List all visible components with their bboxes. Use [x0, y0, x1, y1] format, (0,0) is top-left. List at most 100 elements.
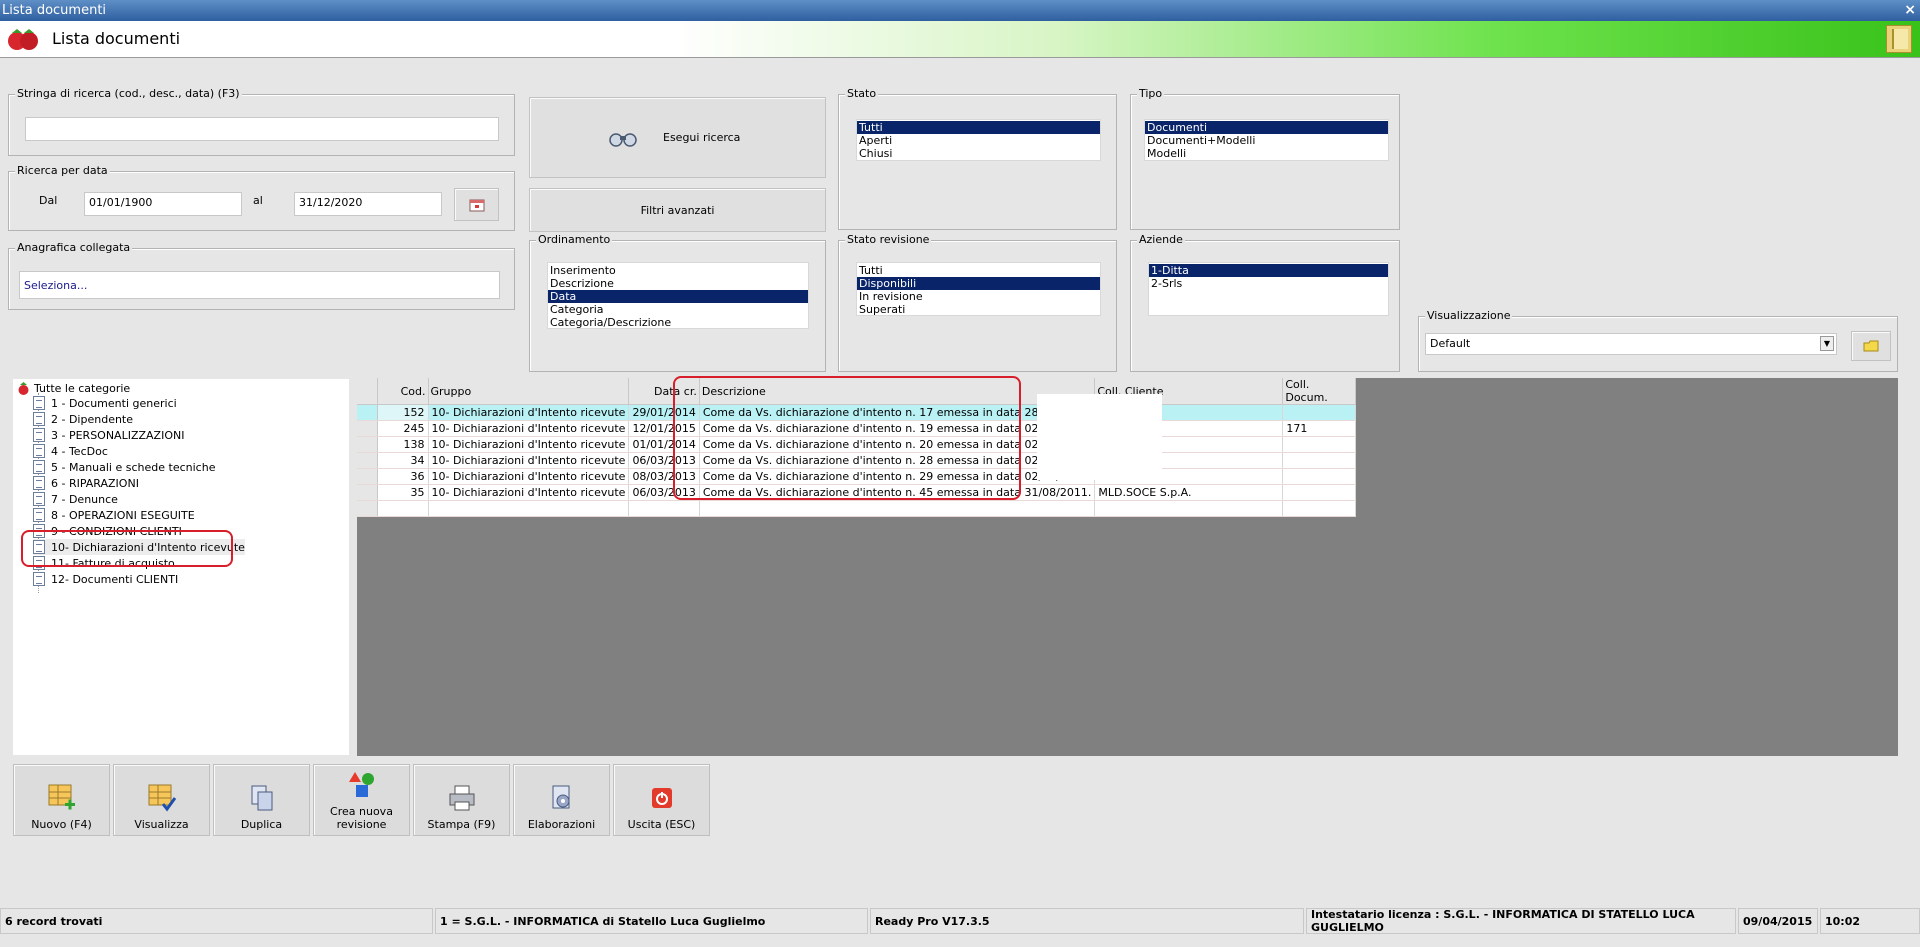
ordering-option-selected[interactable]: Data: [548, 290, 808, 303]
exit-button[interactable]: Uscita (ESC): [613, 764, 710, 836]
linked-registry-group: Anagrafica collegata Seleziona...: [8, 241, 515, 310]
search-input[interactable]: [25, 117, 499, 141]
new-button[interactable]: Nuovo (F4): [13, 764, 110, 836]
documents-grid[interactable]: Cod. Gruppo Data cr. Descrizione Coll. C…: [357, 378, 1357, 517]
open-folder-button[interactable]: [1851, 331, 1891, 361]
document-icon: [33, 412, 45, 426]
tree-item[interactable]: 9 - CONDIZIONI CLIENTI: [33, 523, 182, 539]
grid-header-date[interactable]: Data cr.: [628, 378, 700, 405]
revision-state-listbox[interactable]: Tutti Disponibili In revisione Superati: [856, 262, 1101, 316]
date-search-label: Ricerca per data: [15, 164, 110, 177]
table-row[interactable]: 34 10- Dichiarazioni d'Intento ricevute …: [357, 452, 1357, 469]
ordering-listbox[interactable]: Inserimento Descrizione Data Categoria C…: [547, 262, 809, 329]
revision-state-option[interactable]: Superati: [857, 303, 1100, 316]
tree-item-label: 12- Documenti CLIENTI: [51, 572, 179, 586]
new-grid-icon: [48, 784, 75, 810]
table-row[interactable]: 138 10- Dichiarazioni d'Intento ricevute…: [357, 436, 1357, 453]
tree-item[interactable]: 6 - RIPARAZIONI: [33, 475, 139, 491]
companies-option-selected[interactable]: 1-Ditta: [1149, 264, 1388, 277]
state-option-selected[interactable]: Tutti: [857, 121, 1100, 134]
status-date: 09/04/2015: [1738, 908, 1818, 934]
print-button[interactable]: Stampa (F9): [413, 764, 510, 836]
revision-state-option-selected[interactable]: Disponibili: [857, 277, 1100, 290]
book-icon[interactable]: [1886, 25, 1912, 53]
type-group: Tipo Documenti Documenti+Modelli Modelli: [1130, 87, 1400, 230]
grid-header-description[interactable]: Descrizione: [699, 378, 1096, 405]
document-icon: [33, 460, 45, 474]
cell-code: 152: [377, 404, 429, 421]
type-listbox[interactable]: Documenti Documenti+Modelli Modelli: [1144, 119, 1389, 161]
grid-header-group[interactable]: Gruppo: [428, 378, 630, 405]
tree-item[interactable]: 8 - OPERAZIONI ESEGUITE: [33, 507, 195, 523]
folder-icon: [1863, 340, 1879, 352]
companies-option[interactable]: 2-Srls: [1149, 277, 1388, 290]
duplicate-button[interactable]: Duplica: [213, 764, 310, 836]
cell-document: [1282, 404, 1357, 421]
ordering-option[interactable]: Descrizione: [548, 277, 808, 290]
state-listbox[interactable]: Tutti Aperti Chiusi: [856, 119, 1101, 161]
ordering-option[interactable]: Categoria: [548, 303, 808, 316]
table-row[interactable]: 245 10- Dichiarazioni d'Intento ricevute…: [357, 420, 1357, 437]
table-row[interactable]: 35 10- Dichiarazioni d'Intento ricevute …: [357, 484, 1357, 501]
view-select[interactable]: Default ▼: [1425, 333, 1837, 355]
category-tree[interactable]: Tutte le categorie 1 - Documenti generic…: [13, 379, 349, 755]
close-icon[interactable]: ×: [1904, 0, 1916, 21]
cell-description: Come da Vs. dichiarazione d'intento n. 2…: [699, 436, 1096, 453]
app-header: Lista documenti: [0, 21, 1920, 58]
date-to-field[interactable]: 31/12/2020: [294, 192, 442, 216]
tree-item-label: 7 - Denunce: [51, 492, 118, 506]
new-revision-button[interactable]: Crea nuova revisione: [313, 764, 410, 836]
tree-item[interactable]: 7 - Denunce: [33, 491, 118, 507]
processing-button[interactable]: Elaborazioni: [513, 764, 610, 836]
state-option[interactable]: Aperti: [857, 134, 1100, 147]
window-title: Lista documenti: [2, 3, 107, 18]
tree-root-label: Tutte le categorie: [34, 382, 131, 395]
row-indicator: [357, 484, 378, 501]
table-row-selected[interactable]: 152 10- Dichiarazioni d'Intento ricevute…: [357, 404, 1357, 421]
document-icon: [33, 556, 45, 570]
tree-item-label: 9 - CONDIZIONI CLIENTI: [51, 524, 182, 538]
revision-state-option[interactable]: In revisione: [857, 290, 1100, 303]
document-icon: [33, 540, 45, 554]
calendar-button[interactable]: [454, 188, 499, 221]
cell-description: Come da Vs. dichiarazione d'intento n. 2…: [699, 468, 1096, 485]
chevron-down-icon[interactable]: ▼: [1820, 336, 1834, 351]
tree-item-selected[interactable]: 10- Dichiarazioni d'Intento ricevute: [33, 539, 245, 555]
tree-item[interactable]: 2 - Dipendente: [33, 411, 133, 427]
grid-header-code[interactable]: Cod.: [377, 378, 429, 405]
document-icon: [33, 396, 45, 410]
tree-item-label: 4 - TecDoc: [51, 444, 108, 458]
cell-group: 10- Dichiarazioni d'Intento ricevute: [428, 420, 630, 437]
state-option[interactable]: Chiusi: [857, 147, 1100, 160]
type-option[interactable]: Documenti+Modelli: [1145, 134, 1388, 147]
row-indicator: [357, 404, 378, 421]
advanced-filters-button[interactable]: Filtri avanzati: [529, 188, 826, 232]
tree-item[interactable]: 1 - Documenti generici: [33, 395, 177, 411]
ordering-option[interactable]: Inserimento: [548, 264, 808, 277]
view-button[interactable]: Visualizza: [113, 764, 210, 836]
table-row[interactable]: 36 10- Dichiarazioni d'Intento ricevute …: [357, 468, 1357, 485]
type-option-selected[interactable]: Documenti: [1145, 121, 1388, 134]
ordering-option[interactable]: Categoria/Descrizione: [548, 316, 808, 329]
revision-state-option[interactable]: Tutti: [857, 264, 1100, 277]
linked-registry-select[interactable]: Seleziona...: [19, 271, 500, 299]
tree-item-label: 3 - PERSONALIZZAZIONI: [51, 428, 185, 442]
tree-item[interactable]: 4 - TecDoc: [33, 443, 108, 459]
date-from-field[interactable]: 01/01/1900: [84, 192, 242, 216]
grid-header-document[interactable]: Coll. Docum.: [1282, 378, 1357, 405]
run-search-button[interactable]: Esegui ricerca: [529, 97, 826, 178]
tree-item[interactable]: 3 - PERSONALIZZAZIONI: [33, 427, 184, 443]
tree-item[interactable]: 11- Fatture di acquisto: [33, 555, 175, 571]
tree-item[interactable]: 12- Documenti CLIENTI: [33, 571, 178, 587]
row-indicator: [357, 468, 378, 485]
cell-group: 10- Dichiarazioni d'Intento ricevute: [428, 436, 630, 453]
tree-item-label: 11- Fatture di acquisto: [51, 556, 175, 570]
tree-item[interactable]: 5 - Manuali e schede tecniche: [33, 459, 215, 475]
companies-listbox[interactable]: 1-Ditta 2-Srls: [1148, 262, 1389, 316]
row-indicator: [357, 500, 378, 517]
document-icon: [33, 444, 45, 458]
tree-root[interactable]: Tutte le categorie: [17, 382, 130, 395]
revision-shapes-icon: [348, 772, 374, 797]
type-option[interactable]: Modelli: [1145, 147, 1388, 160]
tree-item-label: 6 - RIPARAZIONI: [51, 476, 139, 490]
